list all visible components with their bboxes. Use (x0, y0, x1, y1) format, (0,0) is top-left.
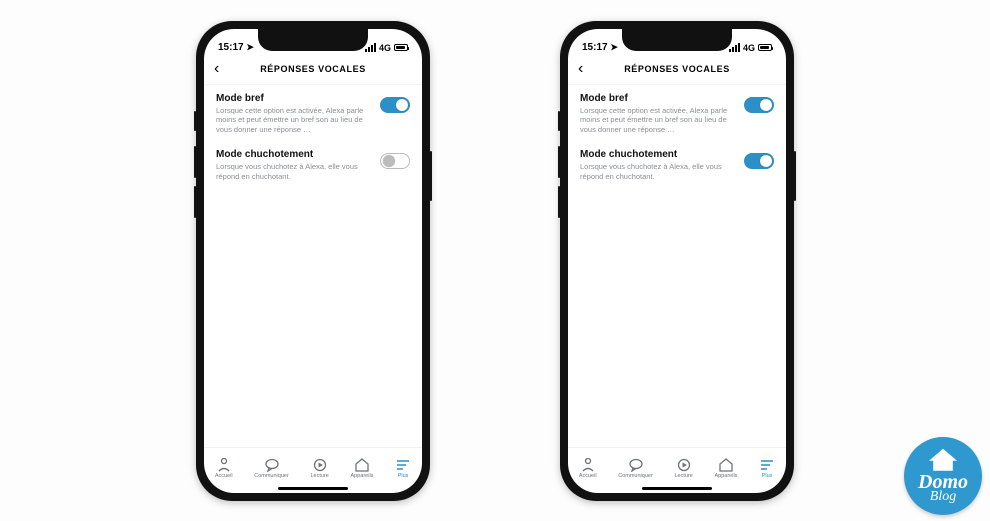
side-button (194, 146, 196, 178)
tab-lecture[interactable]: Lecture (674, 458, 692, 479)
setting-title: Mode bref (580, 93, 736, 104)
setting-row-mode-chuchotement: Mode chuchotement Lorsque vous chuchotez… (580, 149, 774, 182)
settings-list: Mode bref Lorsque cette option est activ… (568, 85, 786, 447)
home-icon (580, 458, 596, 472)
battery-icon (758, 44, 772, 51)
page-title: RÉPONSES VOCALES (260, 64, 366, 74)
menu-icon (759, 458, 775, 472)
tab-label: Accueil (215, 473, 233, 479)
house-icon (929, 449, 957, 471)
setting-title: Mode bref (216, 93, 372, 104)
setting-row-mode-chuchotement: Mode chuchotement Lorsque vous chuchotez… (216, 149, 410, 182)
tab-label: Plus (398, 473, 409, 479)
tab-label: Appareils (714, 473, 737, 479)
home-indicator (642, 487, 712, 490)
devices-icon (354, 458, 370, 472)
side-button (558, 111, 560, 131)
signal-icon (365, 43, 376, 52)
status-time: 15:17 (218, 42, 244, 53)
setting-description: Lorsque cette option est activée, Alexa … (580, 106, 736, 135)
tab-appareils[interactable]: Appareils (714, 458, 737, 479)
setting-description: Lorsque cette option est activée, Alexa … (216, 106, 372, 135)
home-icon (216, 458, 232, 472)
toggle-mode-bref[interactable] (744, 97, 774, 113)
tab-accueil[interactable]: Accueil (215, 458, 233, 479)
tab-lecture[interactable]: Lecture (310, 458, 328, 479)
play-icon (676, 458, 692, 472)
setting-description: Lorsque vous chuchotez à Alexa, elle vou… (580, 162, 736, 182)
setting-title: Mode chuchotement (580, 149, 736, 160)
toggle-mode-chuchotement[interactable] (380, 153, 410, 169)
tab-label: Plus (762, 473, 773, 479)
phone-mockup-left: 15:17 ➤ 4G ‹ RÉPONSES VOCALES Mode bref … (196, 21, 430, 501)
tab-label: Communiquer (254, 473, 289, 479)
side-button (194, 111, 196, 131)
tab-label: Accueil (579, 473, 597, 479)
network-label: 4G (743, 43, 755, 53)
battery-icon (394, 44, 408, 51)
side-button (194, 186, 196, 218)
side-button (558, 146, 560, 178)
status-time: 15:17 (582, 42, 608, 53)
tab-accueil[interactable]: Accueil (579, 458, 597, 479)
nav-bar: ‹ RÉPONSES VOCALES (204, 55, 422, 85)
toggle-mode-chuchotement[interactable] (744, 153, 774, 169)
menu-icon (395, 458, 411, 472)
location-icon: ➤ (246, 42, 254, 52)
play-icon (312, 458, 328, 472)
tab-communiquer[interactable]: Communiquer (254, 458, 289, 479)
location-icon: ➤ (610, 42, 618, 52)
side-button (794, 151, 796, 201)
chat-icon (264, 458, 280, 472)
toggle-mode-bref[interactable] (380, 97, 410, 113)
back-button[interactable]: ‹ (578, 61, 583, 77)
tab-label: Lecture (674, 473, 692, 479)
tab-plus[interactable]: Plus (759, 458, 775, 479)
side-button (558, 186, 560, 218)
device-notch (258, 29, 368, 51)
signal-icon (729, 43, 740, 52)
tab-label: Communiquer (618, 473, 653, 479)
tab-label: Lecture (310, 473, 328, 479)
tab-appareils[interactable]: Appareils (350, 458, 373, 479)
setting-description: Lorsque vous chuchotez à Alexa, elle vou… (216, 162, 372, 182)
devices-icon (718, 458, 734, 472)
watermark-badge: Domo Blog (904, 437, 982, 515)
page-title: RÉPONSES VOCALES (624, 64, 730, 74)
settings-list: Mode bref Lorsque cette option est activ… (204, 85, 422, 447)
phone-mockup-right: 15:17 ➤ 4G ‹ RÉPONSES VOCALES Mode bref … (560, 21, 794, 501)
home-indicator (278, 487, 348, 490)
watermark-line1: Domo (918, 473, 968, 491)
setting-row-mode-bref: Mode bref Lorsque cette option est activ… (580, 93, 774, 135)
chat-icon (628, 458, 644, 472)
device-notch (622, 29, 732, 51)
setting-row-mode-bref: Mode bref Lorsque cette option est activ… (216, 93, 410, 135)
setting-title: Mode chuchotement (216, 149, 372, 160)
tab-communiquer[interactable]: Communiquer (618, 458, 653, 479)
tab-label: Appareils (350, 473, 373, 479)
side-button (430, 151, 432, 201)
nav-bar: ‹ RÉPONSES VOCALES (568, 55, 786, 85)
back-button[interactable]: ‹ (214, 61, 219, 77)
network-label: 4G (379, 43, 391, 53)
tab-plus[interactable]: Plus (395, 458, 411, 479)
